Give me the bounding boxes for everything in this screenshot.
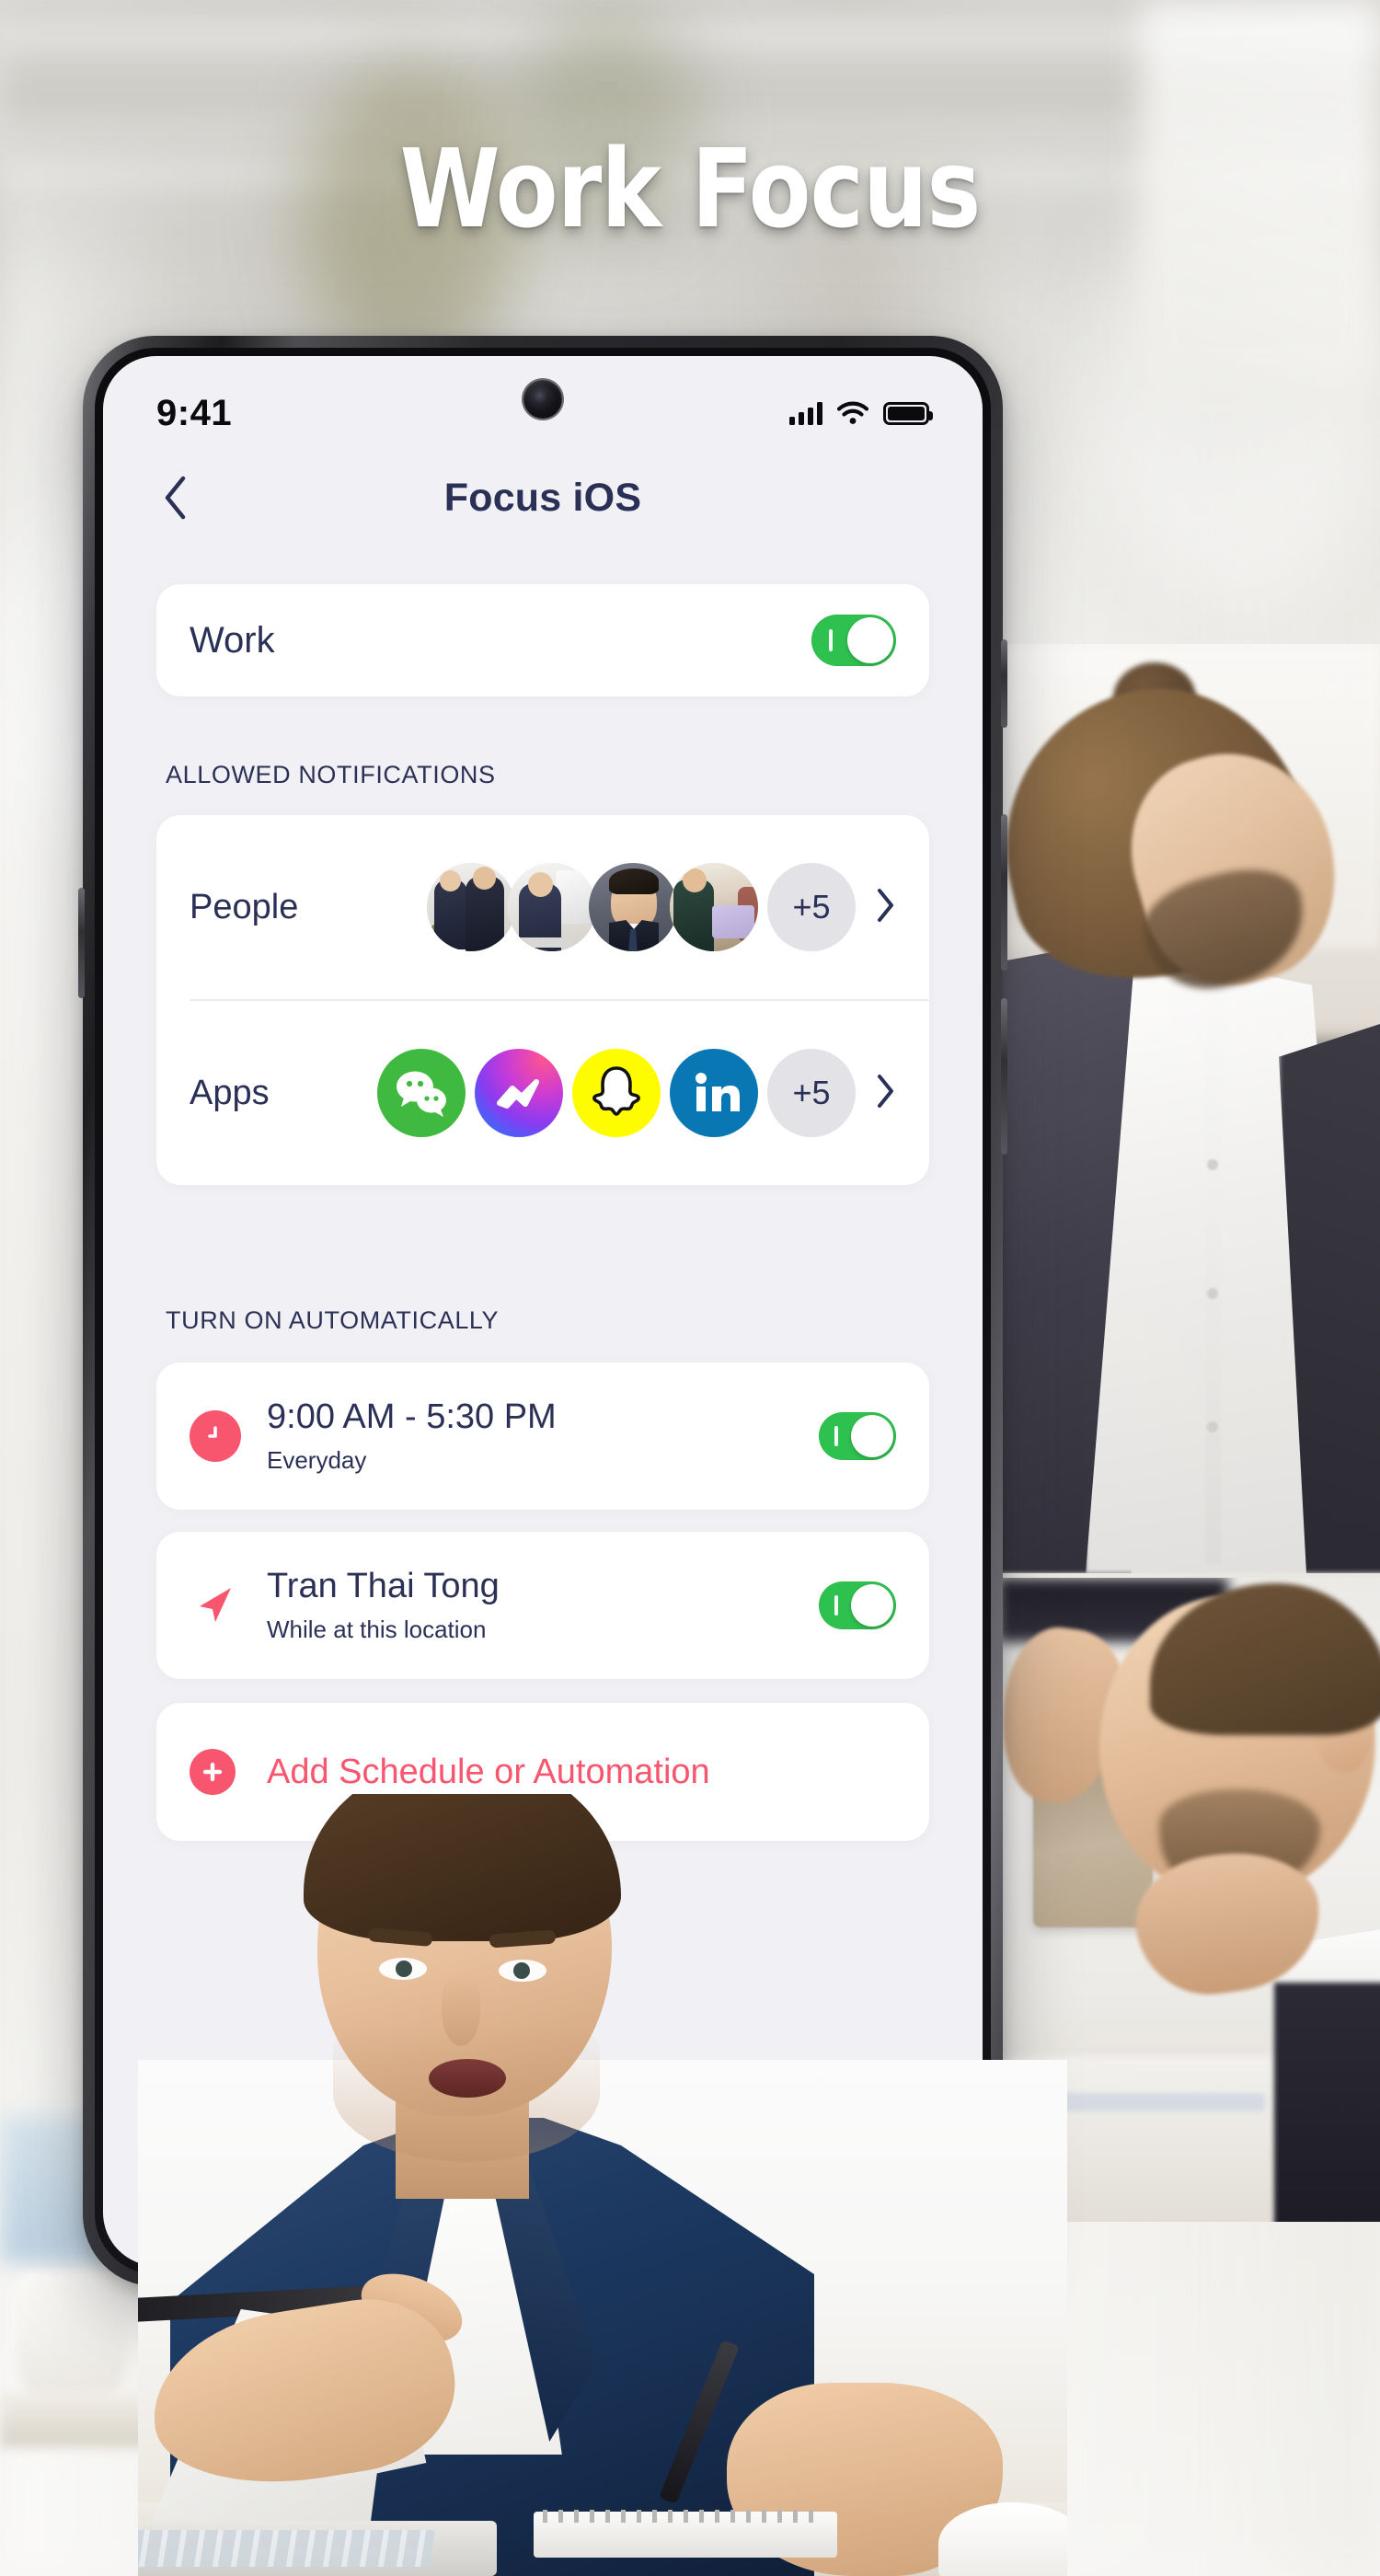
chevron-right-icon xyxy=(878,888,893,922)
person-avatar xyxy=(589,863,677,951)
schedule-location-title: Tran Thai Tong xyxy=(267,1567,500,1606)
allowed-notifications-card: People +5 Apps +5 xyxy=(156,815,929,1185)
person-avatar xyxy=(670,863,758,951)
schedule-location-subtitle: While at this location xyxy=(267,1615,487,1643)
people-row[interactable]: People +5 xyxy=(156,815,929,999)
apps-overflow-badge[interactable]: +5 xyxy=(767,1049,856,1137)
schedule-location-row[interactable]: Tran Thai Tong While at this location xyxy=(156,1532,929,1679)
schedule-time-title: 9:00 AM - 5:30 PM xyxy=(267,1397,557,1437)
background-cup-blur xyxy=(17,2272,127,2410)
phone-side-button-left[interactable] xyxy=(78,888,85,998)
front-camera-icon xyxy=(523,380,562,419)
person-avatar xyxy=(427,863,515,951)
chevron-right-icon xyxy=(878,1074,893,1108)
chevron-left-icon xyxy=(165,476,186,520)
focus-toggle-row[interactable]: Work xyxy=(156,584,929,696)
linkedin-app-icon xyxy=(670,1049,758,1137)
people-disclosure-button[interactable] xyxy=(876,888,896,927)
focus-name-label: Work xyxy=(190,619,275,661)
schedule-time-subtitle: Everyday xyxy=(267,1445,367,1474)
people-label: People xyxy=(190,887,299,926)
back-button[interactable] xyxy=(151,473,201,523)
apps-label: Apps xyxy=(190,1073,270,1112)
settings-content: Work ALLOWED NOTIFICATIONS People +5 App… xyxy=(103,584,983,1841)
turn-on-automatically-section-title: TURN ON AUTOMATICALLY xyxy=(166,1306,500,1334)
plus-circle-icon xyxy=(190,1749,236,1795)
people-overflow-badge[interactable]: +5 xyxy=(767,863,856,951)
navigation-bar: Focus iOS xyxy=(103,446,983,549)
add-schedule-label: Add Schedule or Automation xyxy=(267,1752,710,1791)
focus-toggle-card: Work xyxy=(156,584,929,696)
schedule-location-toggle[interactable] xyxy=(819,1581,896,1629)
messenger-app-icon xyxy=(475,1049,563,1137)
status-bar-time: 9:41 xyxy=(156,392,233,433)
cellular-signal-icon xyxy=(789,401,822,425)
clock-icon xyxy=(190,1410,241,1462)
allowed-notifications-section-title: ALLOWED NOTIFICATIONS xyxy=(166,761,496,788)
focus-enabled-toggle[interactable] xyxy=(811,615,896,666)
schedule-time-row[interactable]: 9:00 AM - 5:30 PM Everyday xyxy=(156,1363,929,1510)
phone-volume-down-button[interactable] xyxy=(1001,998,1007,1155)
wechat-app-icon xyxy=(377,1049,466,1137)
apps-row[interactable]: Apps +5 xyxy=(156,1001,929,1185)
person-avatar xyxy=(508,863,596,951)
schedule-time-toggle[interactable] xyxy=(819,1412,896,1460)
phone-volume-up-button[interactable] xyxy=(1001,814,1007,971)
page-title: Work Focus xyxy=(399,125,982,252)
location-arrow-icon xyxy=(190,1580,241,1631)
snapchat-app-icon xyxy=(572,1049,661,1137)
phone-side-button[interactable] xyxy=(1001,639,1007,728)
screen-title: Focus iOS xyxy=(443,475,642,520)
photo-speaking-businessman xyxy=(138,1794,1067,2576)
battery-full-icon xyxy=(883,401,933,425)
apps-disclosure-button[interactable] xyxy=(876,1074,896,1113)
wifi-icon xyxy=(837,401,868,424)
photo-man-with-bun xyxy=(975,644,1380,1573)
status-bar: 9:41 xyxy=(103,356,983,446)
